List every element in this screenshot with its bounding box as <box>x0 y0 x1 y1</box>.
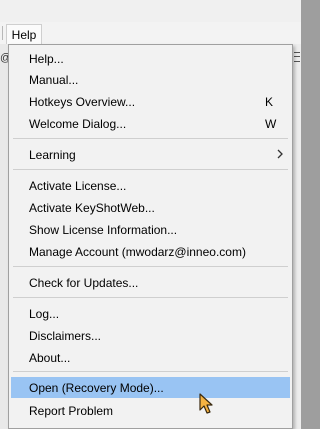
menu-item-shortcut: K <box>265 94 274 109</box>
menu-item-label: Learning <box>29 147 76 162</box>
menu-help-label: Help <box>11 28 37 42</box>
menu-item-report-problem[interactable]: Report Problem <box>11 400 290 421</box>
menu-item-label: Report Problem <box>29 403 114 418</box>
right-toolbar-edge <box>293 44 301 429</box>
menu-help[interactable]: Help <box>6 24 42 45</box>
chevron-right-icon <box>277 149 283 159</box>
menu-item-manage-account[interactable]: Manage Account (mwodarz@inneo.com) <box>11 241 290 262</box>
menu-item-label: Hotkeys Overview... <box>29 94 136 109</box>
title-bar-area <box>0 0 301 22</box>
menu-item-label: Manage Account (mwodarz@inneo.com) <box>29 244 246 259</box>
menu-item-learning[interactable]: Learning <box>11 144 290 165</box>
menu-item-label: Activate KeyShotWeb... <box>29 200 155 215</box>
menu-item-check-for-updates[interactable]: Check for Updates... <box>11 272 290 293</box>
menu-item-about[interactable]: About... <box>11 347 290 368</box>
menu-separator <box>13 169 288 170</box>
left-toolbar-edge <box>0 44 8 429</box>
menu-item-label: Log... <box>29 306 60 321</box>
menu-separator <box>13 138 288 139</box>
menu-item-help[interactable]: Help... <box>11 48 290 69</box>
menu-item-welcome-dialog[interactable]: Welcome Dialog... W <box>11 113 290 134</box>
menu-item-show-license-information[interactable]: Show License Information... <box>11 219 290 240</box>
menu-item-disclaimers[interactable]: Disclaimers... <box>11 325 290 346</box>
menu-item-label: Disclaimers... <box>29 328 102 343</box>
menu-item-manual[interactable]: Manual... <box>11 69 290 90</box>
menu-separator <box>13 297 288 298</box>
menubar-divider <box>2 26 3 40</box>
menu-item-shortcut: W <box>265 116 277 131</box>
menu-item-hotkeys-overview[interactable]: Hotkeys Overview... K <box>11 91 290 112</box>
help-dropdown-menu: Help... Manual... Hotkeys Overview... K … <box>8 44 293 429</box>
menu-item-label: Help... <box>29 51 64 66</box>
menu-item-activate-license[interactable]: Activate License... <box>11 175 290 196</box>
menu-item-label: About... <box>29 350 71 365</box>
menu-item-label: Activate License... <box>29 178 127 193</box>
menu-item-label: Open (Recovery Mode)... <box>29 380 164 395</box>
toolbar-menu-icon[interactable] <box>294 52 300 62</box>
menu-item-label: Show License Information... <box>29 222 178 237</box>
menu-bar <box>0 22 301 44</box>
menu-item-label: Manual... <box>29 72 79 87</box>
menu-item-label: Welcome Dialog... <box>29 116 127 131</box>
menu-separator <box>13 266 288 267</box>
menu-item-log[interactable]: Log... <box>11 303 290 324</box>
menu-separator <box>13 371 288 372</box>
menu-item-open-recovery-mode[interactable]: Open (Recovery Mode)... <box>11 377 290 398</box>
menu-item-activate-keyshotweb[interactable]: Activate KeyShotWeb... <box>11 197 290 218</box>
mouse-pointer-icon <box>199 393 213 414</box>
menu-item-label: Check for Updates... <box>29 275 139 290</box>
